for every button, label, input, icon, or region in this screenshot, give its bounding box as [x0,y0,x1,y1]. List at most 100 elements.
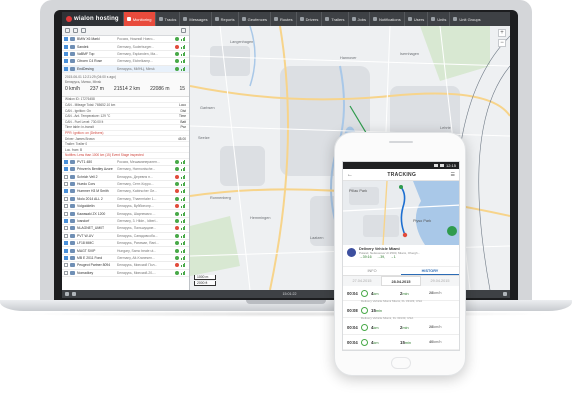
status-dot-icon [175,59,179,64]
unit-row[interactable]: PVT W-UV Беларусь, Сападовсоба... [62,233,189,240]
vehicle-icon [70,51,75,56]
unit-name: NLAGNET_UM0T [77,226,105,231]
unit-checkbox[interactable] [64,167,68,172]
unit-checkbox[interactable] [64,248,68,253]
tab-info[interactable]: INFO [343,267,401,275]
locate-button[interactable] [447,226,457,236]
status-dot-icon [175,226,179,231]
zoom-out-button[interactable]: − [498,39,506,47]
unit-checkbox[interactable] [64,66,68,71]
unit-row[interactable]: MB E 2011 Fond Germany, Alt-Kranesen... [62,255,189,263]
unit-address: Germany, Сент-Коуро... [117,182,154,187]
unit-row[interactable]: Nomadkey Беларусь, Минский-20-... [62,270,189,277]
unit-info-box: 2015-06-01 12:21:29 (04:00 s ago) Белару… [62,72,189,98]
tab-unit-groups[interactable]: Unit Groups [449,12,483,26]
date-tab[interactable]: 27.04.2015 [343,279,381,283]
unit-row[interactable]: Huedo Cors Germany, Сент-Коуро... [62,181,189,189]
unit-checkbox[interactable] [64,218,68,223]
signal-icon [181,218,185,223]
app-header: ← TRACKING ☰ [343,169,459,181]
unit-card[interactable]: Delivery Vehicle Miami Poland, Nettoxere… [343,245,459,267]
locate-icon[interactable] [181,28,186,33]
trip-row[interactable]: 00:04 4km 15min 40km/h [343,335,459,350]
tab-users[interactable]: Users [403,12,427,26]
home-button[interactable] [391,357,411,369]
tab-monitoring[interactable]: Monitoring [122,12,155,26]
unit-checkbox[interactable] [64,196,68,201]
tab-routes[interactable]: Routes [269,12,296,26]
unit-row[interactable]: Niolo 2014 ALL 2 Germany, Thaermtaler 1..… [62,196,189,204]
unit-row[interactable]: VaBMF Top Germany, Esplanden, Ma... [62,51,189,59]
unit-row[interactable]: EndDesing Беларусь, МИНЦ, Minsk [62,65,189,73]
unit-checkbox[interactable] [64,37,68,42]
property-name: CAN - Mileage Total: 765652.10 km [65,103,116,108]
unit-row[interactable]: Hummer H3 M Smith Germany, Kabirscher Ge.… [62,188,189,196]
unit-checkbox[interactable] [64,263,68,268]
unit-row[interactable]: Prinzen's Bentley Azure Germany, Harmonis… [62,166,189,174]
unit-checkbox[interactable] [64,204,68,209]
tab-tracks[interactable]: Tracks [154,12,180,26]
track-start-marker[interactable] [399,185,403,189]
unit-row[interactable]: NLAGNET_UM0T Беларусь, Пальшуцкие... [62,225,189,233]
tab-units[interactable]: Units [427,12,449,26]
unit-row[interactable]: Volgoddelin Беларусь, Вуйбипопр... [62,203,189,211]
phone-map[interactable]: Pillau Park Plyso Park [343,181,459,245]
search-icon[interactable] [65,28,70,33]
tab-icon [126,17,131,21]
trip-row[interactable]: 00:04 4km 2min 28km/h [343,320,459,335]
unit-checkbox[interactable] [64,182,68,187]
server-time: 15:01:22 [282,292,297,296]
unit-checkbox[interactable] [64,159,68,164]
unit-row[interactable]: MAGT SVIP Hungary, Samo beale ut... [62,247,189,255]
speed-value: 0 km/h [65,86,81,93]
unit-checkbox[interactable] [64,189,68,194]
unit-checkbox[interactable] [64,255,68,260]
filter-icon[interactable] [73,28,78,33]
unit-row[interactable]: Peugeot Partner 8094 Беларусь, Минский По… [62,262,189,270]
unit-row[interactable]: LF18 MMC Беларусь, Ратиман, Rani... [62,240,189,248]
tab-drivers[interactable]: Drivers [295,12,322,26]
unit-checkbox[interactable] [64,174,68,179]
map-label: Pillau Park [349,189,368,193]
menu-icon[interactable]: ☰ [451,172,455,178]
unit-row[interactable]: Citroen C4 Rose Germany, Eichelkamp... [62,58,189,66]
date-tab[interactable]: 29.04.2015 [421,279,459,283]
unit-row[interactable]: PVT1 480 Россия, Мешаминерален... [62,159,189,167]
tab-messages[interactable]: Messages [179,12,210,26]
unit-row[interactable]: BMW X6 Markl Россия, Нижний Новго... [62,36,189,44]
unit-checkbox[interactable] [64,51,68,56]
vehicle-icon [70,59,75,64]
zoom-in-button[interactable]: + [498,29,506,37]
unit-row[interactable]: Schrich Vell 2 Беларусь, Деревня н... [62,173,189,181]
unit-checkbox[interactable] [64,233,68,238]
tab-geofences[interactable]: Geofences [237,12,270,26]
tab-reports[interactable]: Reports [210,12,238,26]
property-name: Notifies: Less than 1000 km (15) Event S… [65,153,144,158]
track-end-marker[interactable] [402,232,408,238]
unit-checkbox[interactable] [64,44,68,49]
unit-row[interactable]: Ivandorf Germany, 3. Hilde., Idberl... [62,218,189,226]
notifications-icon[interactable] [503,292,507,296]
tab-jobs[interactable]: Jobs [347,12,369,26]
vehicle-icon [70,270,75,275]
unit-row[interactable]: Kawasaki ZX 1200 Беларусь, Шарнемаго ... [62,210,189,218]
signal-icon [181,226,185,231]
tab-history[interactable]: HISTORY [401,267,459,275]
date-tab[interactable]: 28.04.2015 [381,276,421,286]
status-dot-icon [175,263,179,268]
place-label: Garbsen [200,106,215,110]
sound-icon[interactable] [65,292,69,296]
tab-trailers[interactable]: Trailers [321,12,347,26]
unit-checkbox[interactable] [64,270,68,275]
unit-checkbox[interactable] [64,59,68,64]
unit-checkbox[interactable] [64,226,68,231]
app-logo[interactable]: wialon hosting [62,12,123,26]
unit-checkbox[interactable] [64,241,68,246]
tab-notifications[interactable]: Notifications [368,12,404,26]
settings-icon[interactable] [81,28,86,33]
logo-icon [66,16,72,22]
layers-icon[interactable] [72,292,76,296]
unit-checkbox[interactable] [64,211,68,216]
unit-row[interactable]: Sandek Germany, Suderburger... [62,43,189,51]
signal-icon [181,44,185,49]
